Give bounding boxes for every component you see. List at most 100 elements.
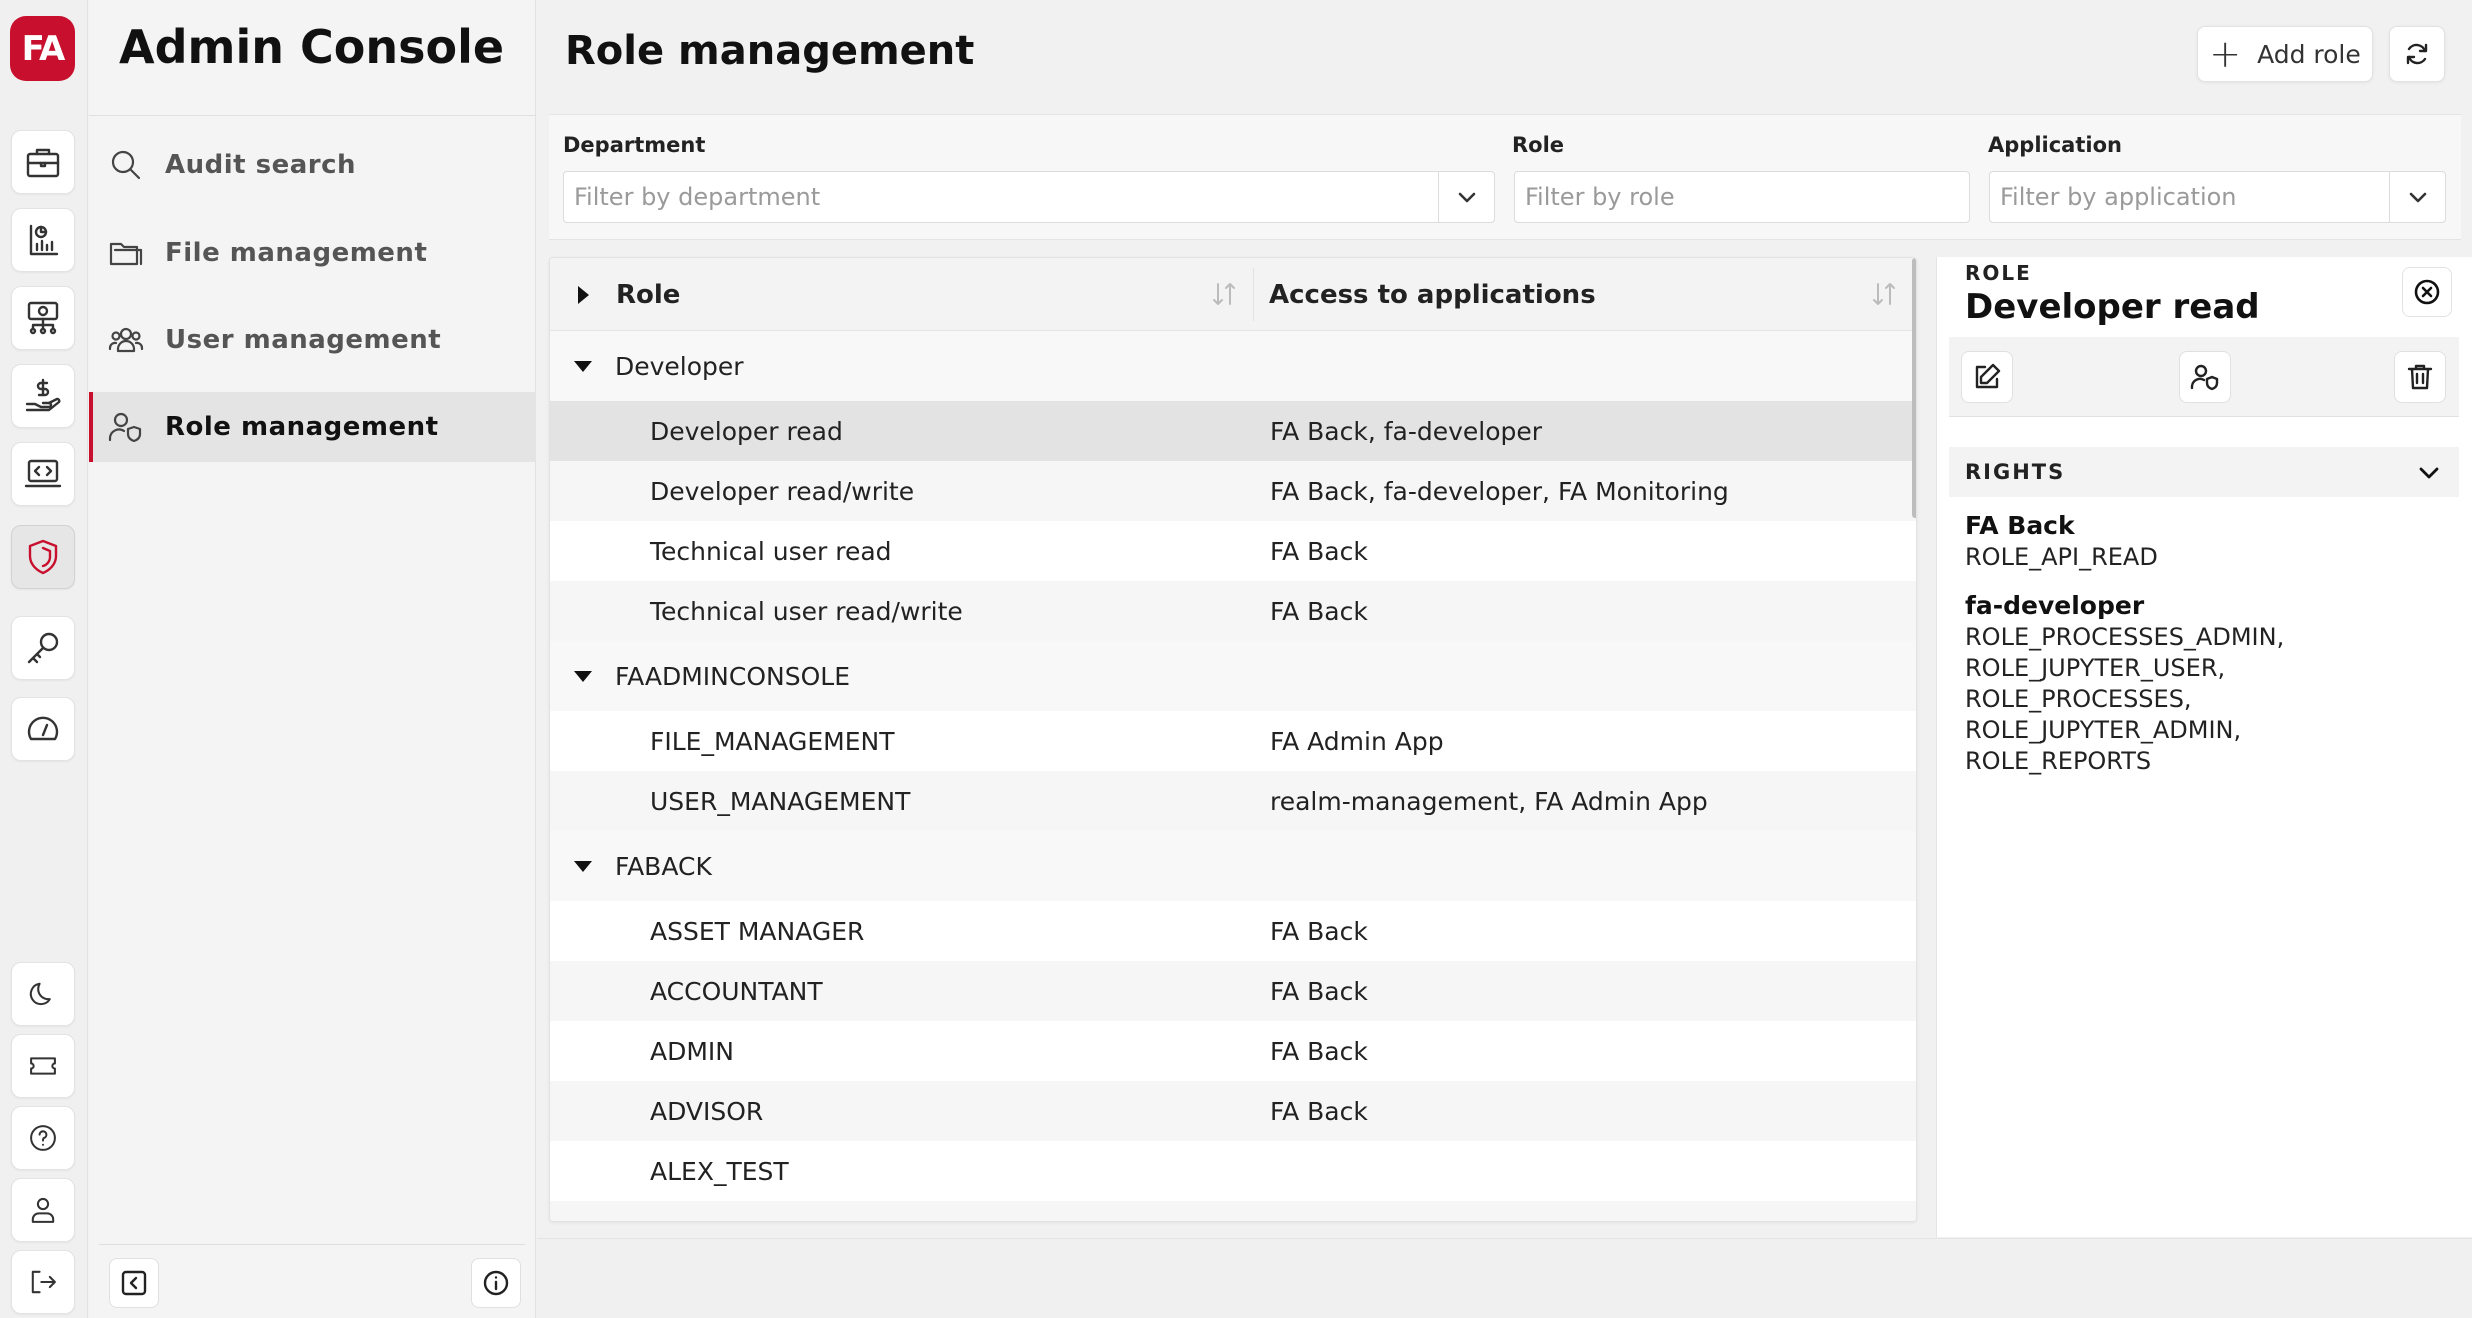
table-row[interactable]: ACCOUNTANT FA Back [550, 961, 1916, 1021]
table-row[interactable]: ADVISOR FA Back [550, 1081, 1916, 1141]
nav-item-user-management[interactable]: User management [89, 305, 536, 375]
group-row-faadminconsole[interactable]: FAADMINCONSOLE [550, 641, 1916, 711]
users-icon [108, 327, 144, 353]
network-icon[interactable] [11, 286, 75, 350]
table-row[interactable]: Technical user read FA Back [550, 521, 1916, 581]
department-filter-select[interactable]: Filter by department [563, 171, 1495, 223]
fa-logo[interactable]: FA [10, 16, 75, 81]
detail-label: ROLE [1965, 261, 2032, 285]
dashboard-icon[interactable] [11, 697, 75, 761]
application-placeholder: Filter by application [2000, 183, 2237, 211]
close-icon [2414, 279, 2440, 305]
role-cell: Technical user read/write [650, 596, 963, 626]
role-placeholder: Filter by role [1525, 183, 1675, 211]
table-row[interactable]: ASSET MANAGER FA Back [550, 901, 1916, 961]
user-icon[interactable] [11, 1178, 75, 1242]
nav-item-role-management[interactable]: Role management [89, 392, 536, 462]
user-shield-icon [108, 412, 142, 443]
nav-divider [89, 115, 535, 116]
role-cell: FILE_MANAGEMENT [650, 726, 895, 756]
department-filter-label: Department [563, 133, 706, 157]
apps-cell: FA Back, fa-developer, FA Monitoring [1270, 476, 1729, 506]
refresh-button[interactable] [2389, 26, 2445, 82]
sort-icon[interactable] [1208, 278, 1240, 310]
group-row-developer[interactable]: Developer [550, 331, 1916, 401]
portfolio-icon[interactable] [11, 130, 75, 194]
department-placeholder: Filter by department [574, 183, 821, 211]
role-filter-input[interactable]: Filter by role [1514, 171, 1970, 223]
nav-item-label: Role management [165, 412, 439, 442]
table-scrollbar[interactable] [1912, 258, 1916, 518]
nav-item-label: Audit search [165, 150, 357, 180]
finance-icon[interactable] [11, 364, 75, 428]
rights-role: ROLE_PROCESSES, [1965, 685, 2192, 713]
nav-item-file-management[interactable]: File management [89, 218, 536, 288]
role-detail-panel: ROLE Developer read RIGHTS FA Back ROLE_… [1936, 257, 2472, 1237]
table-row[interactable]: Technical user read/write FA Back [550, 581, 1916, 641]
group-label: FAADMINCONSOLE [615, 661, 850, 691]
collapse-caret-icon[interactable] [574, 361, 592, 372]
filter-bar: Department Filter by department Role Fil… [549, 114, 2461, 240]
ticket-icon[interactable] [11, 1034, 75, 1098]
chevron-down-icon[interactable] [2415, 459, 2443, 492]
edit-role-button[interactable] [1961, 351, 2013, 403]
add-role-button[interactable]: + Add role [2197, 26, 2373, 82]
role-cell: ASSET MANAGER [650, 916, 865, 946]
plus-icon: + [2209, 32, 2242, 76]
column-header-role[interactable]: Role [616, 258, 680, 331]
nav-item-label: File management [165, 238, 428, 268]
table-row[interactable]: Developer read/write FA Back, fa-develop… [550, 461, 1916, 521]
footer-area [537, 1238, 2472, 1318]
chevron-down-icon[interactable] [1438, 172, 1494, 222]
close-detail-button[interactable] [2402, 267, 2452, 317]
rights-section-header[interactable]: RIGHTS [1949, 447, 2459, 497]
nav-item-audit-search[interactable]: Audit search [89, 130, 536, 200]
moon-icon[interactable] [11, 962, 75, 1026]
table-row[interactable]: Developer read FA Back, fa-developer [550, 401, 1916, 461]
application-filter-select[interactable]: Filter by application [1989, 171, 2446, 223]
group-row-faback[interactable]: FABACK [550, 831, 1916, 901]
sort-icon[interactable] [1868, 278, 1900, 310]
rights-app-name: fa-developer [1965, 591, 2145, 620]
collapse-caret-icon[interactable] [574, 671, 592, 682]
column-divider [1253, 268, 1254, 321]
collapse-icon [121, 1270, 147, 1296]
chevron-down-icon[interactable] [2389, 172, 2445, 222]
apps-cell: FA Back [1270, 536, 1368, 566]
apps-cell: FA Back [1270, 596, 1368, 626]
apps-cell: FA Back [1270, 1036, 1368, 1066]
application-filter-label: Application [1988, 133, 2122, 157]
table-row[interactable]: USER_MANAGEMENT realm-management, FA Adm… [550, 771, 1916, 831]
key-icon[interactable] [11, 616, 75, 680]
collapse-caret-icon[interactable] [574, 861, 592, 872]
add-role-label: Add role [2257, 39, 2361, 69]
info-button[interactable] [471, 1258, 521, 1308]
roles-table: Role Access to applications Developer De… [549, 257, 1917, 1222]
column-header-access[interactable]: Access to applications [1269, 258, 1596, 331]
expand-all-toggle[interactable] [578, 258, 589, 331]
rights-role: ROLE_JUPYTER_USER, [1965, 654, 2226, 682]
table-row[interactable]: ADMIN FA Back [550, 1021, 1916, 1081]
app-title: Admin Console [119, 20, 505, 74]
search-icon [111, 150, 141, 180]
logout-icon[interactable] [11, 1250, 75, 1314]
delete-role-button[interactable] [2394, 351, 2446, 403]
trash-icon [2407, 364, 2433, 390]
table-row[interactable]: ALEX_TEST [550, 1141, 1916, 1201]
rights-label: RIGHTS [1965, 460, 2066, 484]
role-filter-label: Role [1512, 133, 1565, 157]
apps-cell: FA Back, fa-developer [1270, 416, 1543, 446]
expand-caret-icon [578, 285, 589, 304]
developer-icon[interactable] [11, 442, 75, 506]
main-content: Role management + Add role Department Fi… [537, 0, 2472, 1318]
reports-icon[interactable] [11, 208, 75, 272]
collapse-sidebar-button[interactable] [109, 1258, 159, 1308]
assign-role-button[interactable] [2179, 351, 2231, 403]
table-row[interactable]: FILE_MANAGEMENT FA Admin App [550, 711, 1916, 771]
role-cell: USER_MANAGEMENT [650, 786, 911, 816]
admin-shield-icon[interactable] [11, 525, 75, 589]
help-icon[interactable] [11, 1106, 75, 1170]
rights-app-name: FA Back [1965, 511, 2075, 540]
info-icon [483, 1270, 509, 1296]
rights-role: ROLE_REPORTS [1965, 747, 2152, 775]
